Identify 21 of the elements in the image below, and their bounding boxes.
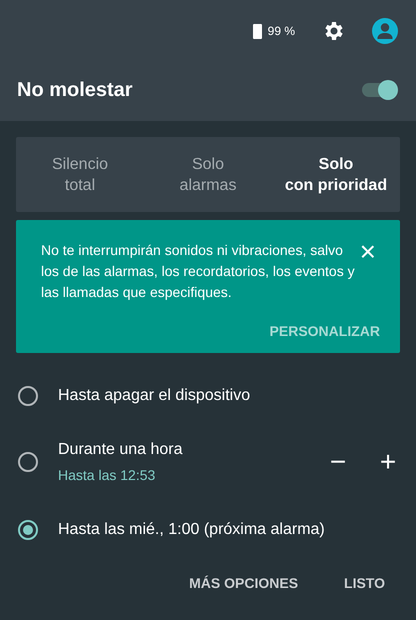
toggle-switch[interactable] [362,83,396,97]
option-label: Durante una hora [58,441,184,459]
battery-icon [252,24,262,38]
text-button[interactable]: LISTO [344,575,385,591]
increase-button[interactable]: + [376,446,400,478]
user-icon[interactable] [372,18,398,44]
mode-tab[interactable]: Solo con prioridad [272,137,400,212]
text-button[interactable]: MÁS OPCIONES [189,575,298,591]
decrease-button[interactable]: − [326,446,350,478]
battery-level: 99 % [268,24,295,38]
info-message: No te interrumpirán sonidos ni vibraciones, salvo los de las alarmas, los recordatorios, los eventos y las llamadas que especifiques. [41,241,356,302]
close-button[interactable]: × [360,242,376,262]
option-label: Hasta apagar el dispositivo [58,387,252,405]
mode-tab[interactable]: Solo alarmas [144,137,272,212]
radio-button[interactable] [18,452,38,472]
option-subtitle: Hasta las 12:53 [58,467,156,483]
mode-tab[interactable]: Silencio total [16,137,144,212]
option-label: Hasta las mié., 1:00 (próxima alarma) [58,521,326,539]
dialog-title: No molestar [17,78,133,102]
radio-button[interactable] [18,520,38,540]
radio-button[interactable] [18,386,38,406]
